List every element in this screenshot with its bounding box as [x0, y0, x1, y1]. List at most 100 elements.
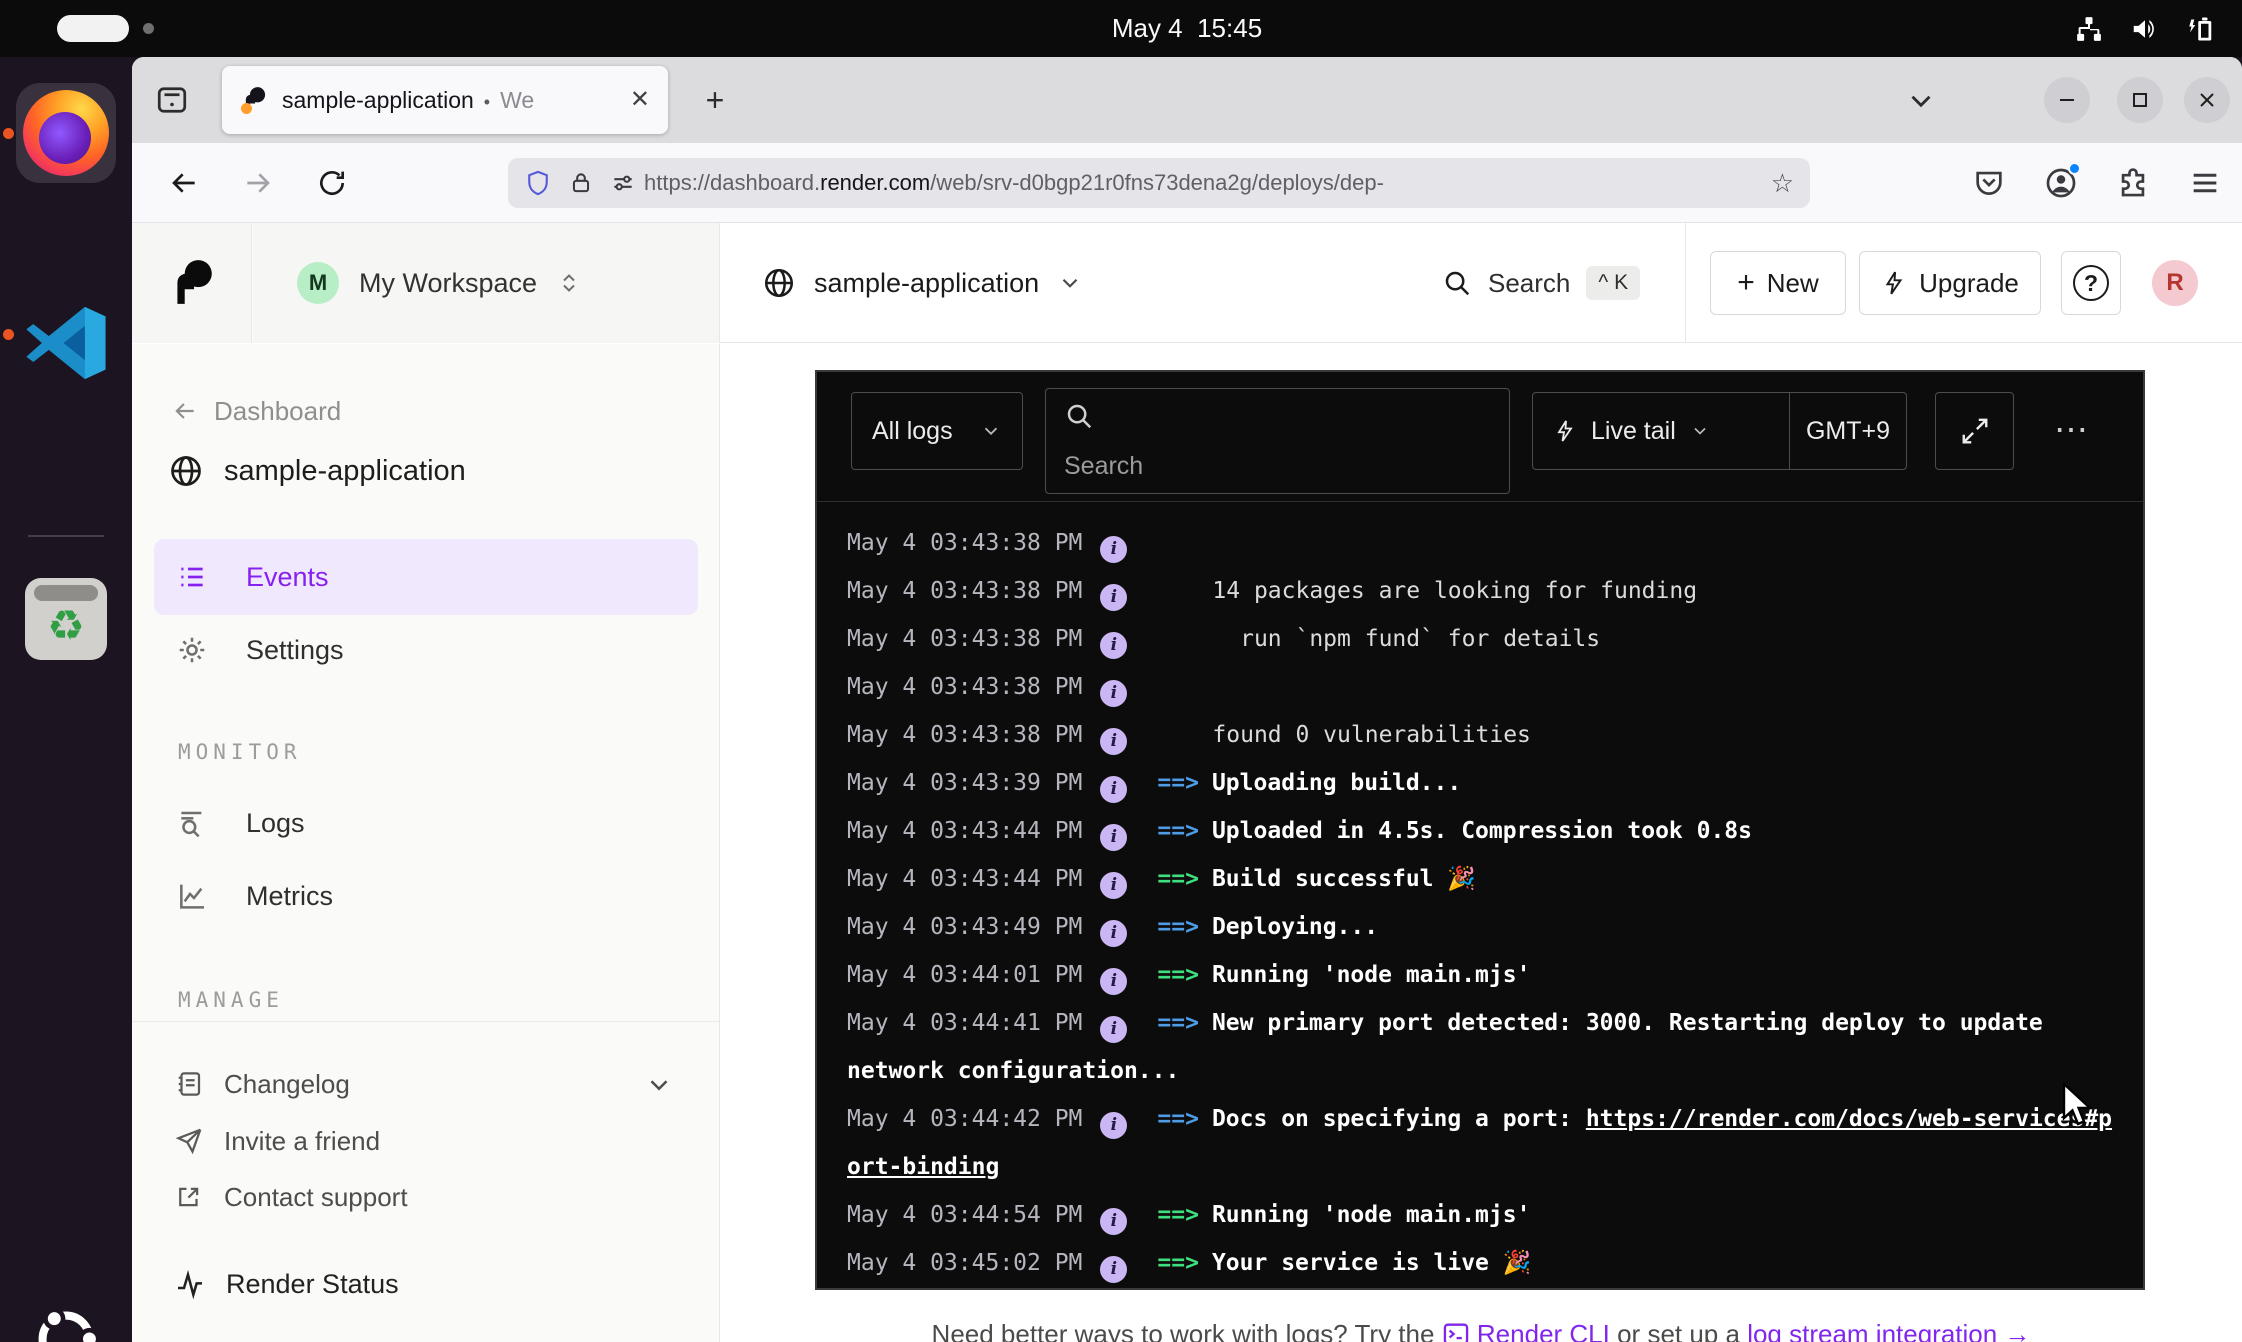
status-label: Render Status	[226, 1269, 399, 1300]
forward-icon[interactable]	[242, 167, 274, 199]
live-tail-button[interactable]: Live tail	[1533, 393, 1789, 469]
tab-close-icon[interactable]: ✕	[630, 88, 650, 112]
expand-logs-button[interactable]	[1935, 392, 2014, 470]
permissions-icon[interactable]	[610, 170, 636, 196]
extensions-icon[interactable]	[2116, 166, 2150, 200]
monitor-section-header: MONITOR	[178, 740, 302, 764]
reload-icon[interactable]	[316, 167, 348, 199]
info-icon: i	[1100, 968, 1127, 995]
log-timestamp: May 4 03:43:49 PM	[847, 914, 1082, 940]
close-window-button[interactable]	[2184, 77, 2230, 123]
ubuntu-logo-icon	[29, 1302, 103, 1342]
favicon-dot	[241, 103, 252, 114]
search-label: Search	[1488, 268, 1570, 299]
bookmark-star-icon[interactable]: ☆	[1771, 168, 1794, 199]
log-row: May 4 03:43:38 PMi run `npm fund` for de…	[847, 615, 2113, 663]
sidebar-item-events[interactable]: Events	[154, 539, 698, 615]
info-icon: i	[1100, 824, 1127, 851]
system-clock[interactable]: May 4 15:45	[132, 0, 2242, 57]
status-pulse-icon	[174, 1268, 206, 1300]
log-stream-link[interactable]: log stream integration →	[1747, 1319, 2030, 1342]
sidebar-item-settings[interactable]: Settings	[154, 612, 698, 688]
sidebar-item-invite[interactable]: Invite a friend	[174, 1111, 380, 1171]
vscode-dock-icon[interactable]	[16, 293, 116, 393]
firefox-dock-icon[interactable]	[16, 83, 116, 183]
log-list[interactable]: May 4 03:43:38 PM i May 4 03:43:38 PMi14 p…	[817, 503, 2143, 1288]
info-icon: i	[1100, 1208, 1127, 1235]
log-filter-dropdown[interactable]: All logs	[851, 392, 1023, 470]
log-search-input[interactable]: Search	[1045, 388, 1510, 494]
sidebar-item-changelog[interactable]: Changelog	[174, 1054, 350, 1114]
network-icon	[2074, 14, 2104, 44]
vscode-running-dot	[3, 329, 14, 340]
bolt-icon	[1553, 419, 1577, 443]
info-icon: i	[1100, 536, 1127, 563]
live-tail-group: Live tail GMT+9	[1532, 392, 1907, 470]
menu-icon[interactable]	[2188, 166, 2222, 200]
workspace-pill[interactable]	[57, 15, 129, 42]
updown-chevron-icon	[557, 271, 581, 295]
log-timestamp: May 4 03:43:38 PM	[847, 722, 1082, 748]
sidebar-item-contact[interactable]: Contact support	[174, 1167, 408, 1227]
maximize-button[interactable]	[2117, 77, 2163, 123]
sidebar-item-logs[interactable]: Logs	[154, 785, 698, 861]
sidebar-service-header: sample-application	[168, 440, 466, 502]
timezone-button[interactable]: GMT+9	[1790, 393, 1906, 469]
upgrade-button[interactable]: Upgrade	[1859, 251, 2041, 315]
info-icon: i	[1100, 632, 1127, 659]
log-row: May 4 03:43:38 PMi14 packages are lookin…	[847, 567, 2113, 615]
sidebar-item-render-status[interactable]: Render Status	[174, 1251, 399, 1317]
account-button[interactable]	[2044, 166, 2078, 200]
changelog-chevron-icon[interactable]	[644, 1070, 674, 1100]
log-message: run `npm fund` for details	[1212, 626, 1600, 652]
browser-tab[interactable]: sample-application•We ✕	[222, 66, 668, 134]
changelog-label: Changelog	[224, 1069, 350, 1100]
dock-separator	[28, 535, 104, 537]
vscode-icon	[23, 300, 109, 386]
show-apps-button[interactable]	[16, 1289, 116, 1342]
render-cli-link[interactable]: Render CLI	[1477, 1319, 1610, 1342]
log-timestamp: May 4 03:45:02 PM	[847, 1250, 1082, 1276]
system-tray[interactable]	[2074, 0, 2216, 57]
trash-dock-icon[interactable]: ♻	[16, 569, 116, 669]
help-button[interactable]: ?	[2061, 251, 2121, 315]
log-message: Build successful 🎉	[1212, 866, 1476, 892]
render-logo-cell[interactable]	[132, 223, 252, 343]
more-options-icon[interactable]: ⋯	[2054, 410, 2090, 450]
minimize-button[interactable]	[2044, 77, 2090, 123]
tracking-shield-icon[interactable]	[524, 169, 552, 197]
list-tabs-chevron-icon[interactable]	[1904, 84, 1938, 118]
external-link-icon	[174, 1182, 204, 1212]
user-avatar[interactable]: R	[2152, 260, 2198, 306]
pocket-icon[interactable]	[1972, 166, 2006, 200]
log-message: Running 'node main.mjs'	[1212, 962, 1531, 988]
globe-icon	[168, 453, 204, 489]
new-tab-button[interactable]: +	[694, 79, 736, 121]
workspace-selector[interactable]: M My Workspace	[253, 223, 720, 343]
footer-text: Need better ways to work with logs? Try …	[932, 1319, 1442, 1342]
log-timestamp: May 4 03:43:38 PM	[847, 578, 1082, 604]
arrow-prefix: ==>	[1157, 1250, 1199, 1276]
lock-icon[interactable]	[568, 170, 594, 196]
tab-title-fade	[558, 72, 628, 128]
arrow-prefix: ==>	[1157, 962, 1199, 988]
search-icon	[1442, 268, 1472, 298]
footer-text-mid: or set up a	[1610, 1319, 1747, 1342]
arrow-prefix: ==>	[1157, 1106, 1199, 1132]
back-to-dashboard[interactable]: Dashboard	[172, 391, 341, 431]
arrow-prefix: ==>	[1157, 1202, 1199, 1228]
log-timestamp: May 4 03:43:39 PM	[847, 770, 1082, 796]
workspace-avatar: M	[297, 262, 339, 304]
firefox-view-icon[interactable]	[154, 82, 190, 118]
back-icon[interactable]	[168, 167, 200, 199]
global-search[interactable]: Search ^ K	[1442, 223, 1640, 343]
info-icon: i	[1100, 1016, 1127, 1043]
upgrade-button-label: Upgrade	[1919, 268, 2019, 299]
logs-search-icon	[176, 807, 208, 839]
plus-icon: +	[1737, 266, 1755, 300]
new-button[interactable]: + New	[1710, 251, 1846, 315]
sidebar-item-metrics[interactable]: Metrics	[154, 858, 698, 934]
log-timestamp: May 4 03:43:38 PM	[847, 530, 1082, 556]
service-selector[interactable]: sample-application	[762, 223, 1083, 343]
url-field[interactable]: https://dashboard.render.com/web/srv-d0b…	[508, 158, 1810, 208]
